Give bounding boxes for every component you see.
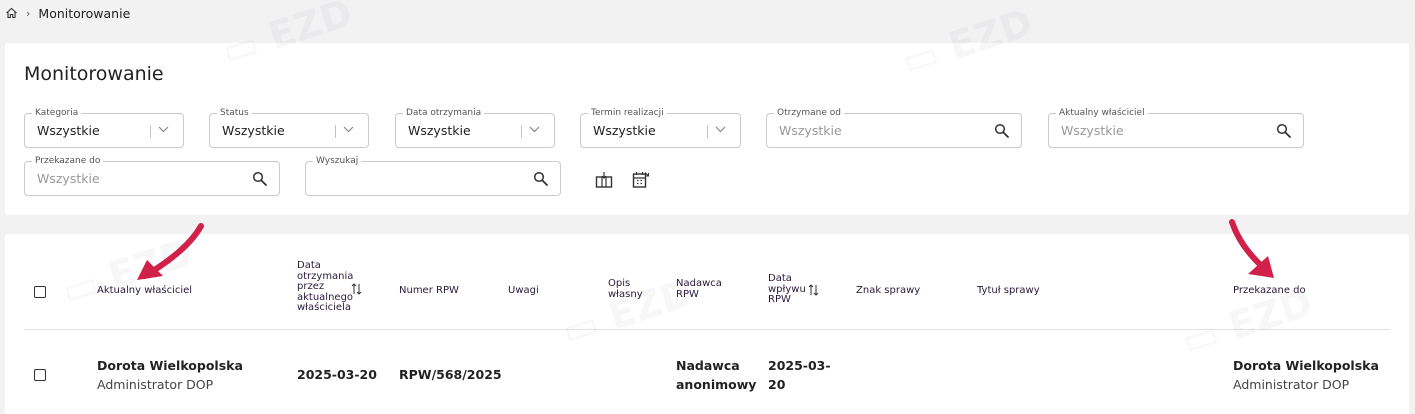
select-divider [707, 125, 708, 138]
col-header-received-date-line: właściciela [297, 302, 351, 313]
breadcrumb-current: Monitorowanie [38, 5, 131, 21]
col-header-sender[interactable]: Nadawca RPW [676, 278, 722, 300]
col-header-case-sign[interactable]: Znak sprawy [856, 285, 920, 297]
select-divider [335, 125, 336, 138]
col-header-inflow-date[interactable]: Data wpływu RPW [768, 273, 806, 306]
przekazane-do-placeholder: Wszystkie [37, 171, 100, 186]
aktualny-wlasciciel-input[interactable]: Aktualny właściciel Wszystkie [1048, 107, 1304, 148]
chevron-down-icon[interactable] [343, 126, 354, 133]
col-header-inflow-date-line: RPW [768, 294, 791, 305]
aktualny-wlasciciel-placeholder: Wszystkie [1061, 123, 1124, 138]
sort-icon[interactable] [351, 283, 362, 295]
filter-panel: Monitorowanie Kategoria Wszystkie Status… [5, 43, 1409, 215]
col-header-rpw[interactable]: Numer RPW [399, 285, 459, 297]
forwarded-role: Administrator DOP [1233, 377, 1350, 392]
search-icon[interactable] [994, 123, 1010, 139]
col-header-sender-line: Nadawca [676, 278, 722, 289]
col-header-forwarded-to[interactable]: Przekazane do [1233, 285, 1306, 297]
cell-rpw[interactable]: RPW/568/2025 [399, 365, 502, 384]
inflow-date-line: 2025-03- [768, 358, 831, 373]
przekazane-do-input[interactable]: Przekazane do Wszystkie [24, 155, 280, 196]
col-header-received-date-line: Data [297, 260, 321, 271]
owner-name: Dorota Wielkopolska [97, 358, 243, 373]
breadcrumb: › Monitorowanie [5, 4, 130, 22]
search-icon[interactable] [1276, 123, 1292, 139]
col-header-case-title[interactable]: Tytuł sprawy [977, 285, 1040, 297]
termin-realizacji-label: Termin realizacji [588, 107, 667, 119]
wyszukaj-label: Wyszukaj [313, 155, 362, 167]
cell-owner: Dorota Wielkopolska Administrator DOP [97, 356, 243, 394]
otrzymane-od-input[interactable]: Otrzymane od Wszystkie [766, 107, 1022, 148]
przekazane-do-label: Przekazane do [32, 155, 104, 167]
col-header-inflow-date-line: Data [768, 273, 792, 284]
kategoria-value: Wszystkie [37, 123, 100, 138]
clear-filter-icon[interactable] [595, 171, 613, 189]
select-all-checkbox[interactable] [34, 286, 46, 298]
kategoria-label: Kategoria [32, 107, 82, 119]
sender-line: anonimowy [676, 377, 757, 392]
row-checkbox[interactable] [34, 369, 46, 381]
cell-received-date: 2025-03-20 [297, 367, 377, 382]
data-otrzymania-select[interactable]: Data otrzymania Wszystkie [395, 107, 555, 148]
chevron-down-icon[interactable] [715, 126, 726, 133]
data-otrzymania-label: Data otrzymania [403, 107, 485, 119]
search-icon[interactable] [533, 171, 549, 187]
search-icon[interactable] [252, 171, 268, 187]
calendar-icon[interactable] [632, 171, 650, 189]
col-header-description-line: własny [608, 288, 643, 300]
data-otrzymania-value: Wszystkie [408, 123, 471, 138]
inflow-date-line: 20 [768, 377, 786, 392]
col-header-received-date-line: przez [297, 281, 325, 292]
status-label: Status [217, 107, 252, 119]
breadcrumb-separator: › [26, 6, 31, 20]
aktualny-wlasciciel-label: Aktualny właściciel [1056, 107, 1148, 119]
kategoria-select[interactable]: Kategoria Wszystkie [24, 107, 184, 148]
otrzymane-od-placeholder: Wszystkie [779, 123, 842, 138]
cell-sender: Nadawca anonimowy [676, 356, 756, 394]
col-header-sender-line: RPW [676, 288, 699, 300]
results-table: Aktualny właściciel Data otrzymania prze… [5, 234, 1409, 414]
chevron-down-icon[interactable] [529, 126, 540, 133]
status-select[interactable]: Status Wszystkie [209, 107, 369, 148]
termin-realizacji-select[interactable]: Termin realizacji Wszystkie [580, 107, 741, 148]
sort-icon[interactable] [808, 284, 819, 296]
termin-realizacji-value: Wszystkie [593, 123, 656, 138]
select-divider [521, 125, 522, 138]
chevron-down-icon[interactable] [158, 126, 169, 133]
cell-forwarded-to: Dorota Wielkopolska Administrator DOP [1233, 356, 1379, 394]
wyszukaj-input[interactable]: Wyszukaj [305, 155, 561, 196]
header-divider [24, 329, 1390, 330]
col-header-description-line: Opis [608, 278, 631, 289]
col-header-owner[interactable]: Aktualny właściciel [97, 285, 192, 297]
col-header-notes[interactable]: Uwagi [508, 285, 539, 297]
forwarded-name: Dorota Wielkopolska [1233, 358, 1379, 373]
select-divider [150, 125, 151, 138]
status-value: Wszystkie [222, 123, 285, 138]
col-header-received-date[interactable]: Data otrzymania przez aktualnego właścic… [297, 260, 353, 314]
home-icon[interactable] [5, 7, 18, 19]
page-title: Monitorowanie [24, 63, 164, 85]
otrzymane-od-label: Otrzymane od [774, 107, 844, 119]
cell-inflow-date: 2025-03- 20 [768, 356, 831, 394]
sender-line: Nadawca [676, 358, 740, 373]
col-header-description[interactable]: Opis własny [608, 278, 643, 300]
owner-role: Administrator DOP [97, 377, 214, 392]
